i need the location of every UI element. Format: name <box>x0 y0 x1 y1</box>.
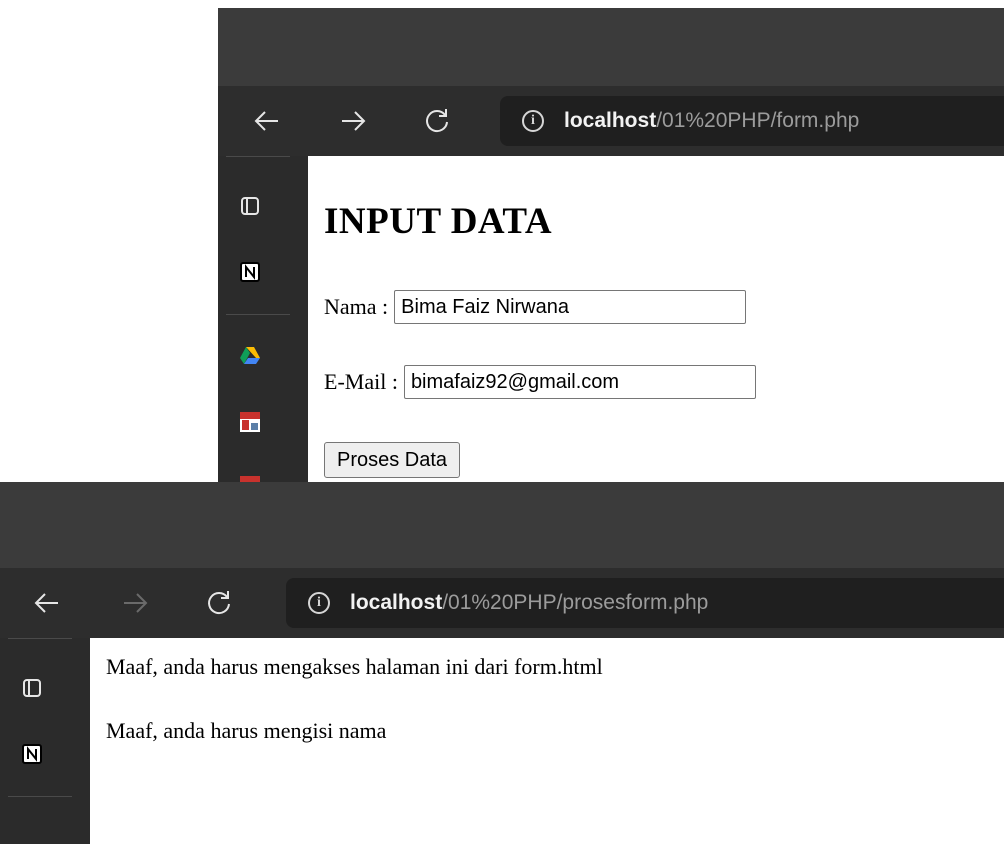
sidebar-divider <box>8 638 72 639</box>
tab-actions-icon[interactable] <box>238 194 262 218</box>
error-message: Maaf, anda harus mengisi nama <box>106 718 387 743</box>
url-path: /01%20PHP/form.php <box>656 109 860 132</box>
tab-actions-icon[interactable] <box>20 676 44 700</box>
url-host: localhost <box>350 591 443 614</box>
back-arrow-icon[interactable] <box>30 586 64 620</box>
app-shortcut-icon[interactable] <box>238 410 262 434</box>
address-url: localhost/01%20PHP/prosesform.php <box>350 591 708 615</box>
google-drive-icon[interactable] <box>238 344 262 368</box>
browser-title-bar <box>0 482 1004 568</box>
name-label: Nama : <box>324 294 389 319</box>
browser-title-bar <box>218 8 1004 94</box>
info-icon[interactable]: i <box>308 592 330 614</box>
back-arrow-icon[interactable] <box>250 104 284 138</box>
error-message: Maaf, anda harus mengakses halaman ini d… <box>106 654 603 679</box>
browser-sidebar <box>218 156 308 482</box>
notion-icon[interactable] <box>238 260 262 284</box>
name-row: Nama : <box>324 290 747 324</box>
address-url: localhost/01%20PHP/form.php <box>564 109 859 133</box>
sidebar-divider <box>8 796 72 797</box>
address-bar[interactable]: i localhost/01%20PHP/prosesform.php <box>286 578 1004 628</box>
forward-arrow-icon[interactable] <box>336 104 370 138</box>
browser-sidebar <box>0 638 90 844</box>
sidebar-divider <box>226 156 290 157</box>
forward-arrow-icon[interactable] <box>118 586 152 620</box>
submit-button[interactable]: Proses Data <box>324 442 461 478</box>
reload-icon[interactable] <box>202 586 236 620</box>
sidebar-divider <box>226 314 290 315</box>
browser-toolbar: i localhost/01%20PHP/form.php <box>218 86 1004 156</box>
page-content: Maaf, anda harus mengakses halaman ini d… <box>90 638 1004 844</box>
name-input[interactable] <box>394 290 747 324</box>
browser-toolbar: i localhost/01%20PHP/prosesform.php <box>0 568 1004 638</box>
email-input[interactable] <box>403 365 756 399</box>
form-page-screenshot: i localhost/01%20PHP/form.php INPUT DATA… <box>218 0 1004 482</box>
address-bar[interactable]: i localhost/01%20PHP/form.php <box>500 96 1004 146</box>
notion-icon[interactable] <box>20 742 44 766</box>
app-shortcut-icon[interactable] <box>238 474 262 482</box>
url-path: /01%20PHP/prosesform.php <box>442 591 709 614</box>
email-row: E-Mail : <box>324 365 756 399</box>
info-icon[interactable]: i <box>522 110 544 132</box>
reload-icon[interactable] <box>420 104 454 138</box>
page-content: INPUT DATA Nama : E-Mail : Proses Data <box>308 156 1004 482</box>
result-page-screenshot: i localhost/01%20PHP/prosesform.php Maaf… <box>0 482 1004 844</box>
email-label: E-Mail : <box>324 369 398 394</box>
page-title: INPUT DATA <box>324 201 553 242</box>
url-host: localhost <box>564 109 657 132</box>
